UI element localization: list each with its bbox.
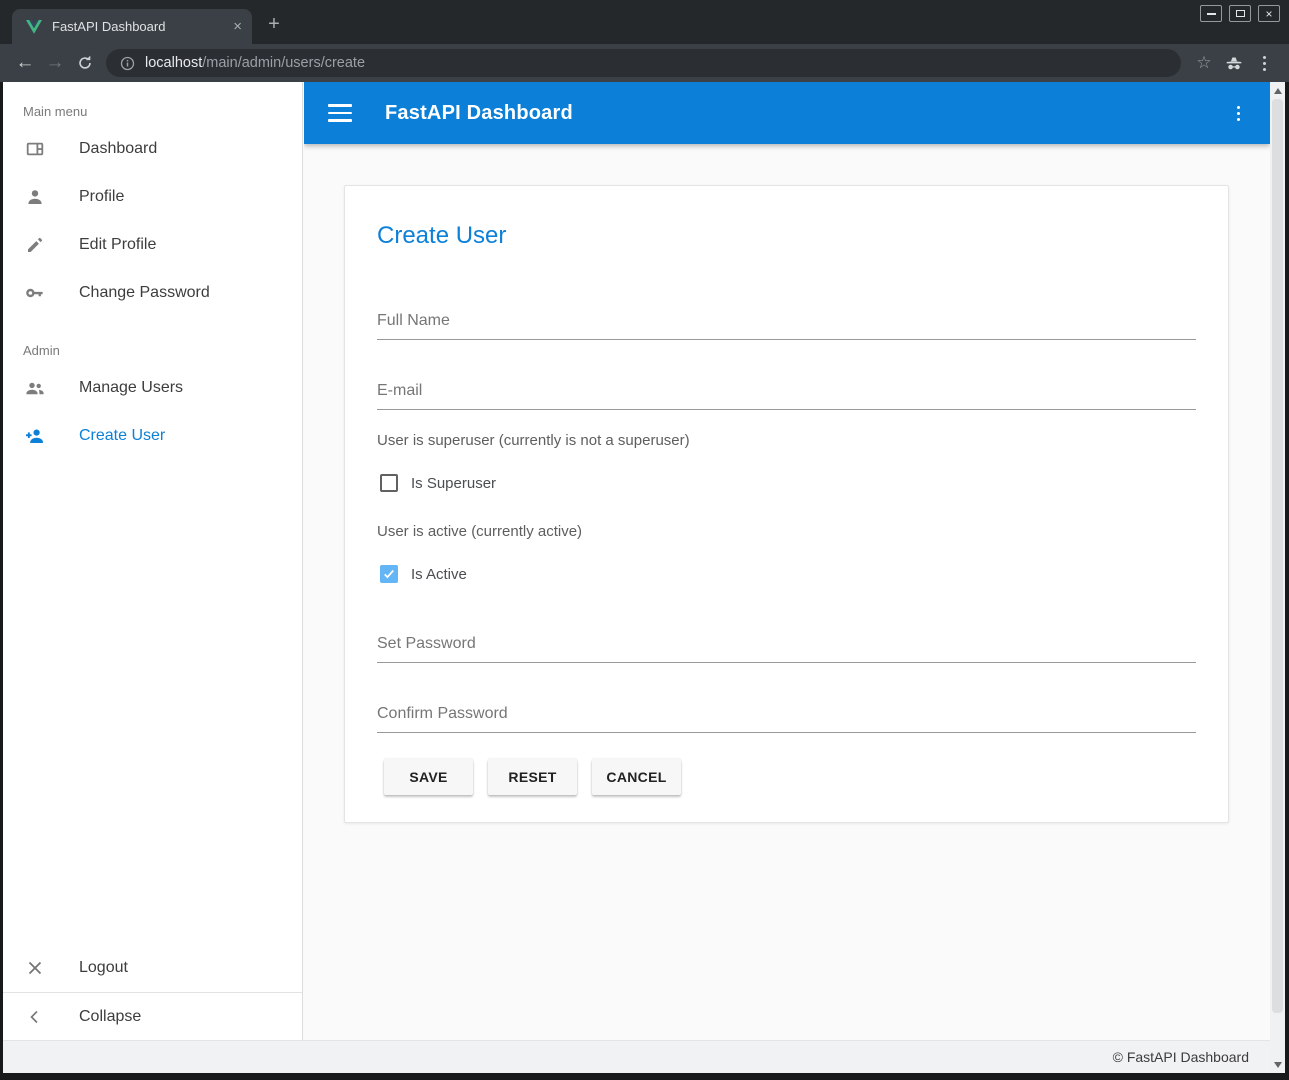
- content-area: Create User User is superuser (currently…: [304, 144, 1270, 823]
- person-add-icon: [23, 424, 47, 448]
- sidebar-item-manage-users[interactable]: Manage Users: [3, 364, 302, 412]
- close-icon: [23, 956, 47, 980]
- page-viewport: Main menu Dashboard Profile: [3, 82, 1285, 1073]
- window-controls: ×: [1200, 5, 1280, 22]
- sidebar-spacer: [3, 460, 302, 944]
- active-checkbox-row[interactable]: Is Active: [377, 565, 1196, 583]
- web-icon: [23, 137, 47, 161]
- window-close-button[interactable]: ×: [1258, 5, 1280, 22]
- scrollbar-up-icon[interactable]: [1270, 83, 1285, 98]
- browser-menu-button[interactable]: [1249, 48, 1279, 78]
- sidebar-item-label: Edit Profile: [79, 236, 156, 254]
- info-icon[interactable]: [120, 56, 135, 71]
- maximize-icon: [1236, 10, 1245, 17]
- active-hint: User is active (currently active): [377, 523, 1196, 540]
- tab-close-icon[interactable]: ×: [233, 19, 242, 34]
- email-input[interactable]: [377, 374, 1196, 410]
- create-user-card: Create User User is superuser (currently…: [344, 185, 1229, 823]
- appbar-title: FastAPI Dashboard: [385, 102, 573, 125]
- sidebar-item-profile[interactable]: Profile: [3, 173, 302, 221]
- reload-icon: [76, 54, 94, 72]
- people-icon: [23, 376, 47, 400]
- reset-button[interactable]: RESET: [488, 759, 577, 795]
- browser-toolbar: ← → localhost/main/admin/users/create ☆: [0, 44, 1289, 82]
- set-password-input[interactable]: [377, 627, 1196, 663]
- set-password-field: [377, 627, 1196, 663]
- tab-strip: FastAPI Dashboard × + ×: [0, 0, 1289, 44]
- bookmark-star-button[interactable]: ☆: [1189, 48, 1219, 78]
- key-icon: [23, 281, 47, 305]
- email-field: [377, 374, 1196, 410]
- forward-button[interactable]: →: [40, 48, 70, 78]
- app-bar: FastAPI Dashboard: [304, 82, 1270, 144]
- confirm-password-input[interactable]: [377, 697, 1196, 733]
- url-text: localhost/main/admin/users/create: [145, 55, 365, 71]
- form-buttons: SAVE RESET CANCEL: [377, 759, 1196, 795]
- sidebar-item-dashboard[interactable]: Dashboard: [3, 125, 302, 173]
- full-name-field: [377, 304, 1196, 340]
- minimize-icon: [1207, 13, 1216, 15]
- sidebar-item-label: Create User: [79, 427, 165, 445]
- incognito-icon: [1219, 48, 1249, 78]
- main-area: FastAPI Dashboard Create User User is su…: [304, 82, 1270, 1040]
- reload-button[interactable]: [70, 48, 100, 78]
- url-host: localhost: [145, 55, 202, 71]
- sidebar-item-label: Logout: [79, 959, 128, 977]
- chevron-left-icon: [23, 1005, 47, 1029]
- superuser-checkbox-label: Is Superuser: [411, 475, 496, 492]
- active-checkbox[interactable]: [380, 565, 398, 583]
- sidebar-section-admin: Admin: [23, 343, 302, 358]
- hamburger-menu-icon[interactable]: [328, 104, 352, 122]
- sidebar-item-create-user[interactable]: Create User: [3, 412, 302, 460]
- vue-logo-icon: [26, 20, 42, 34]
- save-button[interactable]: SAVE: [384, 759, 473, 795]
- new-tab-button[interactable]: +: [261, 11, 287, 37]
- copyright-text: © FastAPI Dashboard: [1113, 1049, 1249, 1065]
- pencil-icon: [23, 233, 47, 257]
- sidebar-section-main-menu: Main menu: [23, 104, 302, 119]
- full-name-input[interactable]: [377, 304, 1196, 340]
- sidebar-item-edit-profile[interactable]: Edit Profile: [3, 221, 302, 269]
- window-maximize-button[interactable]: [1229, 5, 1251, 22]
- window-minimize-button[interactable]: [1200, 5, 1222, 22]
- check-icon: [382, 567, 396, 581]
- scrollbar-down-icon[interactable]: [1270, 1057, 1285, 1072]
- browser-chrome: FastAPI Dashboard × + × ← → localhost/: [0, 0, 1289, 82]
- cancel-button[interactable]: CANCEL: [592, 759, 681, 795]
- tab-title: FastAPI Dashboard: [52, 19, 223, 34]
- address-bar[interactable]: localhost/main/admin/users/create: [106, 49, 1181, 77]
- superuser-checkbox-row[interactable]: Is Superuser: [377, 474, 1196, 492]
- sidebar-item-label: Manage Users: [79, 379, 183, 397]
- superuser-hint: User is superuser (currently is not a su…: [377, 432, 1196, 449]
- person-icon: [23, 185, 47, 209]
- sidebar: Main menu Dashboard Profile: [3, 82, 303, 1040]
- appbar-menu-button[interactable]: [1231, 100, 1246, 127]
- page-scrollbar[interactable]: [1270, 82, 1285, 1073]
- sidebar-item-change-password[interactable]: Change Password: [3, 269, 302, 317]
- sidebar-item-label: Collapse: [79, 1008, 141, 1026]
- sidebar-item-logout[interactable]: Logout: [3, 944, 302, 992]
- browser-tab[interactable]: FastAPI Dashboard ×: [12, 9, 252, 44]
- sidebar-item-collapse[interactable]: Collapse: [3, 992, 302, 1040]
- confirm-password-field: [377, 697, 1196, 733]
- scrollbar-thumb[interactable]: [1272, 99, 1283, 1013]
- page-footer: © FastAPI Dashboard: [3, 1040, 1270, 1073]
- sidebar-item-label: Profile: [79, 188, 124, 206]
- superuser-checkbox[interactable]: [380, 474, 398, 492]
- active-checkbox-label: Is Active: [411, 566, 467, 583]
- sidebar-item-label: Change Password: [79, 284, 210, 302]
- page-title: Create User: [377, 222, 1196, 250]
- sidebar-item-label: Dashboard: [79, 140, 157, 158]
- back-button[interactable]: ←: [10, 48, 40, 78]
- url-path: /main/admin/users/create: [202, 55, 365, 71]
